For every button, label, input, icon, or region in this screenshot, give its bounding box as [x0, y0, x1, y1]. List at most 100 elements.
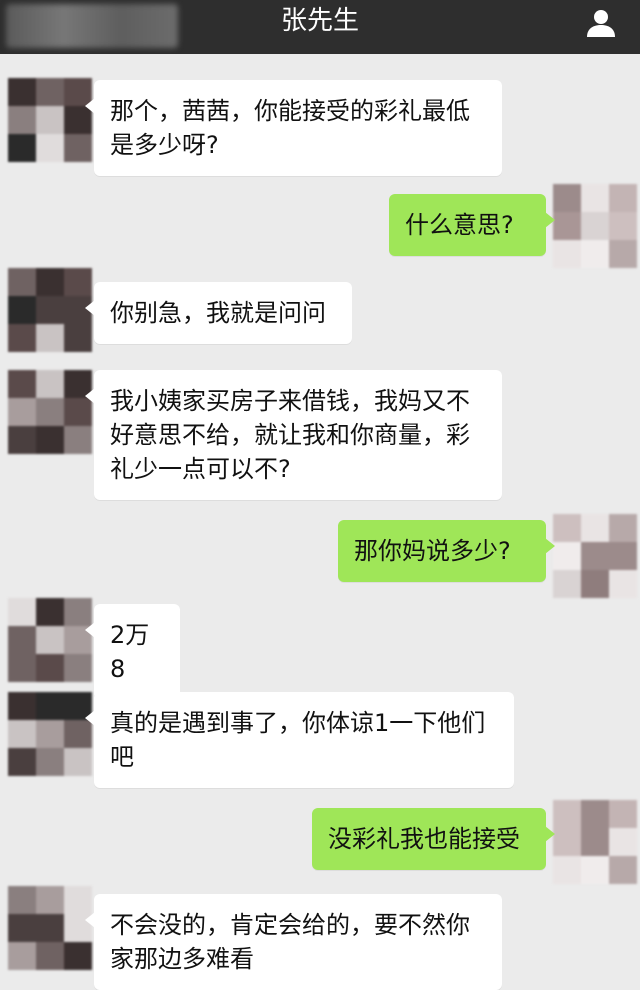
avatar-pixel — [8, 720, 36, 748]
avatar-pixel — [64, 426, 92, 454]
avatar-pixel — [8, 426, 36, 454]
contact-avatar — [8, 78, 92, 162]
avatar-pixel — [581, 184, 609, 212]
avatar-pixel — [36, 914, 64, 942]
avatar-pixel — [36, 268, 64, 296]
avatar-pixel — [36, 748, 64, 776]
message-text: 什么意思? — [405, 211, 514, 239]
avatar-pixel — [8, 654, 36, 682]
my-avatar — [553, 184, 637, 268]
avatar-pixel — [609, 184, 637, 212]
message-bubble[interactable]: 真的是遇到事了，你体谅1一下他们吧 — [85, 692, 514, 788]
avatar-pixel — [581, 800, 609, 828]
avatar-pixel — [36, 134, 64, 162]
avatar-pixel — [36, 598, 64, 626]
profile-button[interactable] — [584, 6, 618, 40]
avatar-pixel — [553, 212, 581, 240]
avatar-pixel — [553, 184, 581, 212]
avatar-pixel — [36, 324, 64, 352]
avatar-pixel — [553, 856, 581, 884]
avatar-pixel — [581, 828, 609, 856]
avatar-pixel — [64, 324, 92, 352]
avatar-pixel — [553, 570, 581, 598]
avatar-pixel — [36, 398, 64, 426]
avatar-pixel — [36, 296, 64, 324]
avatar-pixel — [36, 426, 64, 454]
avatar-pixel — [36, 370, 64, 398]
avatar-pixel — [609, 800, 637, 828]
message-text: 没彩礼我也能接受 — [328, 825, 520, 853]
avatar-pixel — [8, 106, 36, 134]
avatar-pixel — [609, 828, 637, 856]
message-text: 那你妈说多少? — [354, 537, 511, 565]
avatar-pixel — [8, 268, 36, 296]
avatar-pixel — [609, 856, 637, 884]
contact-avatar — [8, 268, 92, 352]
avatar-pixel — [581, 856, 609, 884]
message-bubble[interactable]: 2万8 — [85, 604, 180, 700]
message-text: 那个，茜茜，你能接受的彩礼最低是多少呀? — [110, 97, 470, 159]
my-avatar — [553, 800, 637, 884]
message-text: 我小姨家买房子来借钱，我妈又不好意思不给，就让我和你商量，彩礼少一点可以不? — [110, 387, 470, 483]
avatar-pixel — [553, 542, 581, 570]
contact-avatar — [8, 598, 92, 682]
avatar-pixel — [8, 134, 36, 162]
avatar-pixel — [64, 268, 92, 296]
avatar-pixel — [8, 626, 36, 654]
avatar-pixel — [36, 106, 64, 134]
message-text: 不会没的，肯定会给的，要不然你家那边多难看 — [110, 911, 470, 973]
message-text: 你别急，我就是问问 — [110, 299, 326, 327]
avatar-pixel — [64, 942, 92, 970]
message-bubble[interactable]: 没彩礼我也能接受 — [312, 808, 555, 870]
avatar-pixel — [8, 914, 36, 942]
avatar-pixel — [64, 886, 92, 914]
avatar-pixel — [36, 720, 64, 748]
contact-avatar — [8, 692, 92, 776]
avatar-pixel — [609, 570, 637, 598]
contact-avatar — [8, 886, 92, 970]
avatar-pixel — [609, 542, 637, 570]
avatar-pixel — [8, 324, 36, 352]
avatar-pixel — [581, 212, 609, 240]
avatar-pixel — [36, 942, 64, 970]
avatar-pixel — [553, 514, 581, 542]
avatar-pixel — [8, 398, 36, 426]
avatar-pixel — [8, 748, 36, 776]
person-icon — [587, 10, 615, 37]
avatar-pixel — [609, 212, 637, 240]
message-bubble[interactable]: 什么意思? — [389, 194, 555, 256]
avatar-pixel — [64, 748, 92, 776]
avatar-pixel — [609, 240, 637, 268]
avatar-pixel — [36, 692, 64, 720]
title-bar: 张先生 — [0, 0, 640, 54]
avatar-pixel — [36, 78, 64, 106]
avatar-pixel — [581, 514, 609, 542]
avatar-pixel — [8, 370, 36, 398]
avatar-pixel — [8, 78, 36, 106]
avatar-pixel — [609, 514, 637, 542]
avatar-pixel — [8, 598, 36, 626]
avatar-pixel — [64, 134, 92, 162]
avatar-pixel — [8, 886, 36, 914]
avatar-pixel — [36, 654, 64, 682]
avatar-pixel — [8, 296, 36, 324]
contact-avatar — [8, 370, 92, 454]
message-bubble[interactable]: 我小姨家买房子来借钱，我妈又不好意思不给，就让我和你商量，彩礼少一点可以不? — [85, 370, 502, 500]
avatar-pixel — [581, 570, 609, 598]
avatar-pixel — [553, 240, 581, 268]
message-text: 2万8 — [110, 621, 150, 683]
my-avatar — [553, 514, 637, 598]
avatar-pixel — [553, 828, 581, 856]
message-list[interactable]: 那个，茜茜，你能接受的彩礼最低是多少呀? 什么意思? 你别急，我就是问问 我小姨… — [0, 54, 640, 990]
message-text: 真的是遇到事了，你体谅1一下他们吧 — [110, 709, 486, 771]
avatar-pixel — [553, 800, 581, 828]
avatar-pixel — [8, 942, 36, 970]
avatar-pixel — [36, 886, 64, 914]
message-bubble[interactable]: 那你妈说多少? — [338, 520, 555, 582]
avatar-pixel — [36, 626, 64, 654]
chat-title: 张先生 — [280, 6, 359, 36]
avatar-pixel — [8, 692, 36, 720]
message-bubble[interactable]: 你别急，我就是问问 — [85, 282, 352, 344]
message-bubble[interactable]: 那个，茜茜，你能接受的彩礼最低是多少呀? — [85, 80, 502, 176]
message-bubble[interactable]: 不会没的，肯定会给的，要不然你家那边多难看 — [85, 894, 502, 990]
